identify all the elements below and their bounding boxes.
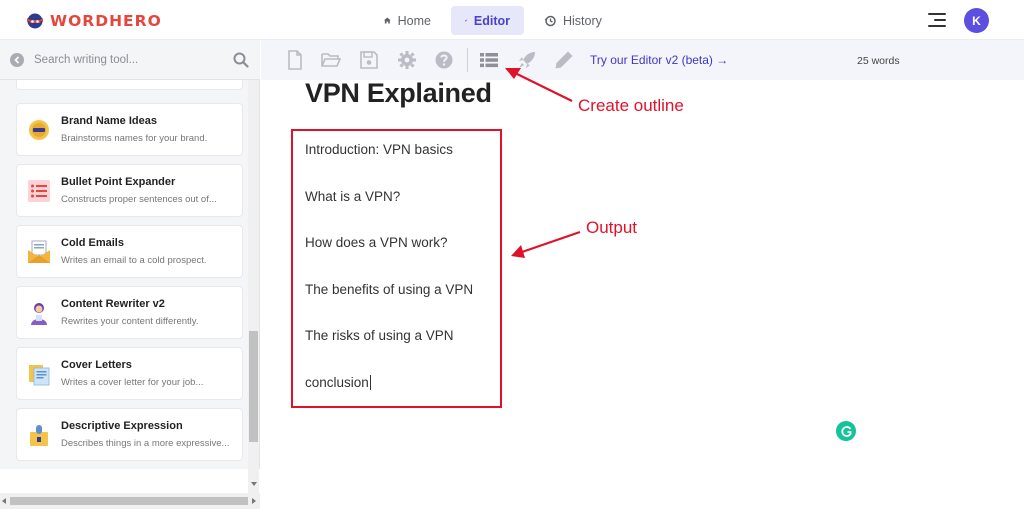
tool-description: Writes an email to a cold prospect.: [61, 255, 207, 266]
nav-history-label: History: [563, 13, 602, 28]
pencil-icon: [465, 19, 467, 22]
tool-card-partial[interactable]: [16, 80, 243, 90]
annotation-output: Output: [586, 218, 638, 237]
outline-line[interactable]: Introduction: VPN basics: [305, 142, 453, 157]
tool-description: Constructs proper sentences out of...: [61, 194, 217, 205]
outline-list-icon[interactable]: [479, 50, 499, 70]
logo-text: WORDHERO: [50, 12, 162, 30]
help-icon[interactable]: [434, 50, 454, 70]
envelope-icon: [28, 240, 50, 263]
tool-description: Describes things in a more expressive...: [61, 438, 230, 449]
toolbar-divider: [467, 48, 468, 72]
home-icon: [384, 17, 391, 24]
new-document-icon[interactable]: [285, 50, 305, 70]
tool-search-bar: [0, 40, 260, 80]
tool-card-bullet-point-expander[interactable]: Bullet Point Expander Constructs proper …: [16, 164, 243, 217]
lightbulb-icon: [30, 425, 48, 446]
nav-editor[interactable]: Editor: [451, 6, 524, 35]
tool-title: Brand Name Ideas: [61, 115, 157, 127]
nav-editor-label: Editor: [473, 13, 510, 28]
nav-home[interactable]: Home: [370, 6, 445, 35]
scroll-left-icon[interactable]: [2, 498, 6, 504]
tool-description: Writes a cover letter for your job...: [61, 377, 204, 388]
editor-toolbar: Try our Editor v2 (beta) → 25 words: [261, 40, 1024, 80]
tool-title: Cover Letters: [61, 359, 132, 371]
save-icon[interactable]: [359, 50, 379, 70]
scrollbar-thumb[interactable]: [249, 331, 258, 442]
outline-line[interactable]: The benefits of using a VPN: [305, 282, 473, 297]
list-icon: [28, 180, 50, 202]
nav-history[interactable]: History: [530, 6, 620, 35]
outline-line-last[interactable]: conclusion: [305, 375, 371, 390]
back-arrow-icon[interactable]: [10, 53, 24, 67]
tool-list: Brand Name Ideas Brainstorms names for y…: [0, 80, 248, 493]
tool-card-content-rewriter-v2[interactable]: Content Rewriter v2 Rewrites your conten…: [16, 286, 243, 339]
rocket-icon[interactable]: [517, 50, 537, 70]
tool-title: Bullet Point Expander: [61, 176, 176, 188]
tool-card-brand-name-ideas[interactable]: Brand Name Ideas Brainstorms names for y…: [16, 103, 243, 156]
top-navbar: WORDHERO Home Editor History K: [0, 0, 1024, 40]
try-editor-v2-link[interactable]: Try our Editor v2 (beta) →: [590, 53, 728, 67]
scroll-down-icon[interactable]: [251, 482, 257, 486]
tool-card-cold-emails[interactable]: Cold Emails Writes an email to a cold pr…: [16, 225, 243, 278]
tool-card-descriptive-expression[interactable]: Descriptive Expression Describes things …: [16, 408, 243, 461]
settings-gear-icon[interactable]: [397, 50, 417, 70]
word-count: 25 words: [857, 55, 900, 67]
tool-search-input[interactable]: [34, 50, 226, 70]
tool-title: Content Rewriter v2: [61, 298, 165, 310]
document-title[interactable]: VPN Explained: [305, 78, 492, 109]
tool-title: Descriptive Expression: [61, 420, 183, 432]
grammarly-icon[interactable]: [836, 421, 856, 441]
scrollbar-thumb[interactable]: [10, 497, 248, 505]
person-icon: [31, 303, 47, 325]
sidebar-vertical-scrollbar[interactable]: [248, 80, 259, 493]
outline-line-text: conclusion: [305, 375, 369, 390]
scroll-right-icon[interactable]: [252, 498, 256, 504]
hamburger-menu-icon[interactable]: [928, 12, 946, 28]
history-icon: [544, 15, 556, 26]
output-highlight-box: [291, 129, 502, 408]
text-cursor: [369, 375, 371, 390]
avatar-letter: K: [972, 13, 981, 28]
annotation-create-outline: Create outline: [578, 96, 684, 115]
tool-description: Rewrites your content differently.: [61, 316, 199, 327]
documents-icon: [29, 365, 50, 386]
tool-description: Brainstorms names for your brand.: [61, 133, 208, 144]
edit-pencil-icon[interactable]: [554, 50, 574, 70]
open-folder-icon[interactable]: [321, 50, 341, 70]
outline-line[interactable]: The risks of using a VPN: [305, 328, 454, 343]
badge-icon: [29, 120, 49, 140]
nav-home-label: Home: [397, 13, 431, 28]
tool-card-cover-letters[interactable]: Cover Letters Writes a cover letter for …: [16, 347, 243, 400]
search-icon[interactable]: [233, 52, 249, 68]
tool-title: Cold Emails: [61, 237, 124, 249]
sidebar-horizontal-scrollbar[interactable]: [0, 493, 260, 509]
avatar[interactable]: K: [964, 8, 989, 33]
outline-line[interactable]: How does a VPN work?: [305, 235, 448, 250]
tools-sidebar: Brand Name Ideas Brainstorms names for y…: [0, 40, 260, 509]
main-nav: Home Editor History: [370, 6, 626, 35]
hero-logo-icon: [27, 13, 43, 29]
logo[interactable]: WORDHERO: [26, 10, 162, 32]
outline-line[interactable]: What is a VPN?: [305, 189, 400, 204]
